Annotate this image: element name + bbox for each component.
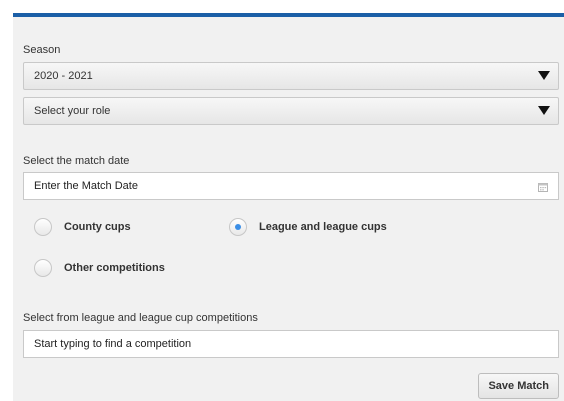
match-date-input[interactable]: Enter the Match Date bbox=[23, 172, 559, 200]
season-label: Season bbox=[23, 44, 61, 56]
competition-search-input[interactable]: Start typing to find a competition bbox=[23, 330, 559, 358]
radio-button[interactable] bbox=[34, 218, 52, 236]
role-selected-value: Select your role bbox=[34, 105, 111, 117]
season-select[interactable]: 2020 - 2021 bbox=[23, 62, 559, 90]
season-selected-value: 2020 - 2021 bbox=[34, 70, 93, 82]
caret-down-icon bbox=[538, 106, 550, 115]
competition-search-label: Select from league and league cup compet… bbox=[23, 312, 258, 324]
radio-button-selected[interactable] bbox=[229, 218, 247, 236]
calendar-icon[interactable] bbox=[538, 182, 548, 192]
match-date-placeholder: Enter the Match Date bbox=[34, 180, 138, 192]
match-date-label: Select the match date bbox=[23, 155, 130, 167]
competition-search-placeholder: Start typing to find a competition bbox=[34, 338, 192, 350]
radio-button[interactable] bbox=[34, 259, 52, 277]
save-match-button[interactable]: Save Match bbox=[478, 373, 559, 399]
role-select[interactable]: Select your role bbox=[23, 97, 559, 125]
radio-dot-icon bbox=[235, 224, 241, 230]
radio-label: County cups bbox=[64, 221, 131, 233]
radio-label: Other competitions bbox=[64, 262, 165, 274]
caret-down-icon bbox=[538, 71, 550, 80]
radio-county-cups[interactable]: County cups bbox=[34, 218, 131, 236]
radio-league-cups[interactable]: League and league cups bbox=[229, 218, 387, 236]
radio-label: League and league cups bbox=[259, 221, 387, 233]
match-form-panel: Season 2020 - 2021 Select your role Sele… bbox=[13, 13, 564, 401]
radio-other-competitions[interactable]: Other competitions bbox=[34, 259, 165, 277]
